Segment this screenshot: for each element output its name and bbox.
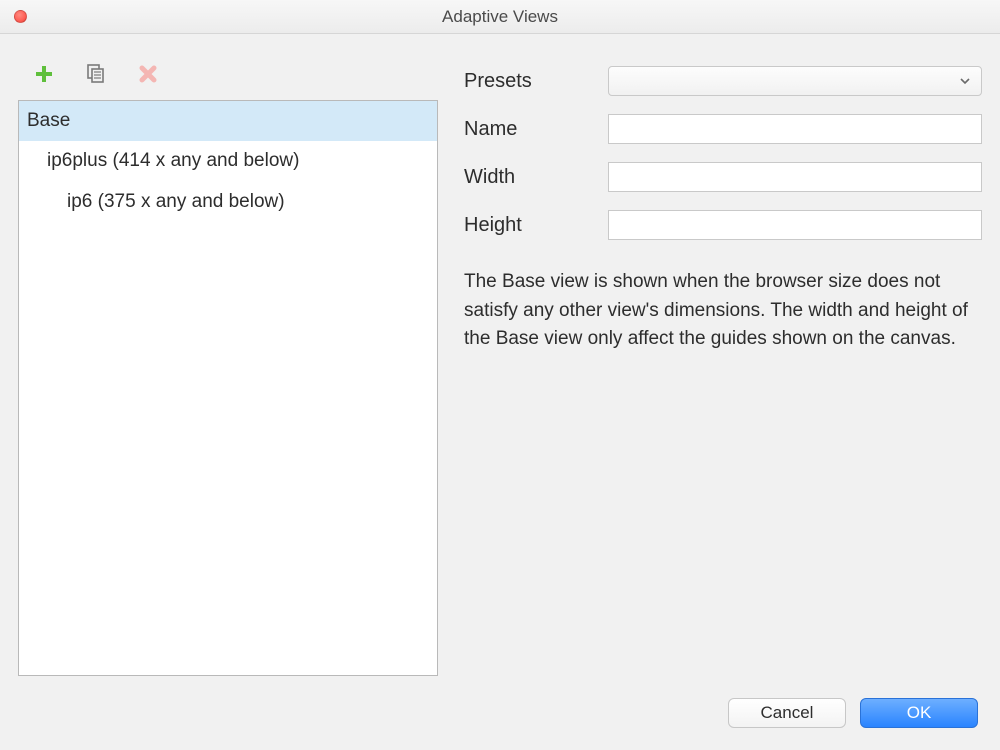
cancel-button[interactable]: Cancel	[728, 698, 846, 728]
window-title: Adaptive Views	[0, 7, 1000, 27]
width-input[interactable]	[608, 162, 982, 192]
properties-panel: Presets Name Width Height The Base view …	[464, 56, 982, 676]
cancel-button-label: Cancel	[761, 703, 814, 723]
base-view-description: The Base view is shown when the browser …	[464, 268, 982, 354]
height-row: Height	[464, 210, 982, 240]
copy-icon	[85, 63, 107, 85]
view-item-base[interactable]: Base	[19, 101, 437, 141]
view-item-label: ip6 (375 x any and below)	[67, 191, 285, 212]
name-label: Name	[464, 118, 594, 141]
view-item-ip6[interactable]: ip6 (375 x any and below)	[19, 182, 437, 222]
x-icon	[138, 64, 158, 84]
views-panel: Base ip6plus (414 x any and below) ip6 (…	[18, 56, 438, 676]
ok-button[interactable]: OK	[860, 698, 978, 728]
width-row: Width	[464, 162, 982, 192]
plus-icon	[34, 64, 54, 84]
view-item-label: Base	[27, 110, 70, 131]
views-toolbar	[18, 56, 438, 100]
delete-view-button[interactable]	[136, 62, 160, 86]
view-item-ip6plus[interactable]: ip6plus (414 x any and below)	[19, 141, 437, 181]
presets-label: Presets	[464, 70, 594, 93]
presets-row: Presets	[464, 66, 982, 96]
chevron-down-icon	[959, 75, 971, 87]
height-input[interactable]	[608, 210, 982, 240]
name-row: Name	[464, 114, 982, 144]
presets-select[interactable]	[608, 66, 982, 96]
view-item-label: ip6plus (414 x any and below)	[47, 150, 299, 171]
views-list[interactable]: Base ip6plus (414 x any and below) ip6 (…	[18, 100, 438, 676]
close-window-button[interactable]	[14, 10, 27, 23]
dialog-content: Base ip6plus (414 x any and below) ip6 (…	[0, 34, 1000, 690]
add-view-button[interactable]	[32, 62, 56, 86]
dialog-footer: Cancel OK	[0, 690, 1000, 750]
ok-button-label: OK	[907, 703, 932, 723]
width-label: Width	[464, 166, 594, 189]
duplicate-view-button[interactable]	[84, 62, 108, 86]
titlebar: Adaptive Views	[0, 0, 1000, 34]
name-input[interactable]	[608, 114, 982, 144]
height-label: Height	[464, 214, 594, 237]
